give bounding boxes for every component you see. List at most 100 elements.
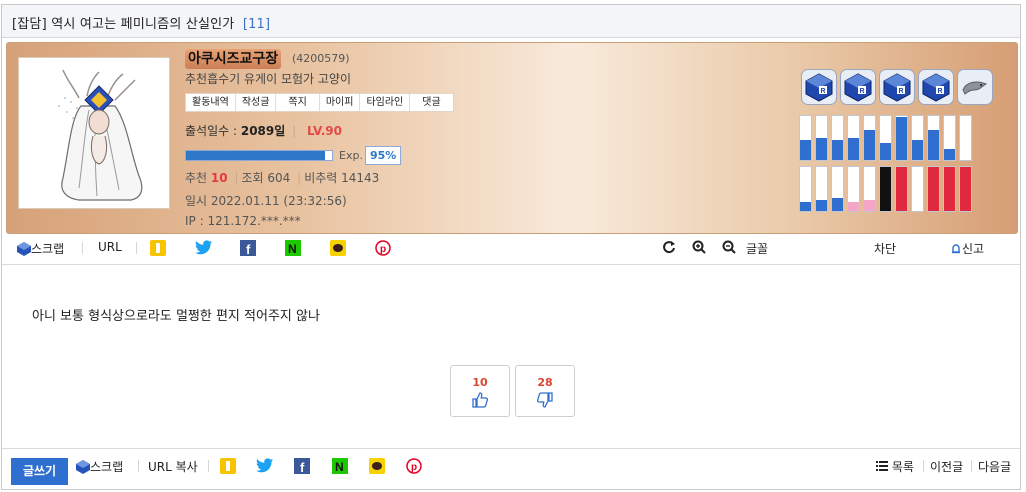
top-gauge: [927, 115, 940, 161]
gauge-fill: [848, 138, 859, 160]
blue-cube-icon[interactable]: R: [918, 69, 954, 105]
url-copy-button[interactable]: URL 복사: [148, 458, 198, 475]
gauge-fill: [944, 167, 955, 211]
post-stats: 추천 10 | 조회 604 | 비추력 14143: [185, 171, 380, 185]
bottom-gauge: [863, 166, 876, 212]
menu-timeline[interactable]: 타임라인: [360, 94, 411, 111]
bottom-gauge: [831, 166, 844, 212]
attendance: 출석일수 : 2089일 | LV.90: [185, 124, 343, 138]
blue-cube-icon[interactable]: R: [840, 69, 876, 105]
footer-twitter-icon[interactable]: [256, 458, 274, 474]
list-label: 목록: [891, 460, 914, 474]
blue-cube-icon[interactable]: R: [801, 69, 837, 105]
gauge-fill: [816, 138, 827, 160]
gauge-fill: [832, 140, 843, 160]
gauge-fill: [864, 130, 875, 160]
upvote-button[interactable]: 10: [450, 365, 510, 417]
scrap-label: 스크랩: [31, 242, 65, 256]
bottom-gauge: [959, 166, 972, 212]
naver-share-icon[interactable]: N: [285, 240, 301, 256]
blue-cube-icon[interactable]: R: [879, 69, 915, 105]
refresh-icon[interactable]: [662, 240, 676, 254]
svg-text:R: R: [860, 88, 865, 95]
gauge-fill: [896, 167, 907, 211]
list-button[interactable]: 목록: [876, 458, 914, 475]
gauge-row-top: [799, 115, 972, 161]
svg-text:f: f: [246, 242, 251, 256]
footer-scrap-button[interactable]: 스크랩: [76, 458, 123, 475]
upvote-count: 10: [472, 376, 488, 389]
menu-activity[interactable]: 활동내역: [186, 94, 236, 111]
footer-facebook-icon[interactable]: f: [294, 458, 310, 474]
gauge-fill: [960, 167, 971, 211]
kakaotalk-share-icon[interactable]: [330, 240, 346, 256]
bottom-gauge: [927, 166, 940, 212]
kakaostory-share-icon[interactable]: [150, 240, 166, 256]
svg-text:R: R: [938, 88, 943, 95]
attendance-value: 2089일: [240, 124, 286, 138]
author-menu: 활동내역 작성글 쪽지 마이피 타임라인 댓글: [185, 93, 454, 112]
gauge-fill: [912, 140, 923, 160]
footer-pinterest-icon[interactable]: p: [406, 458, 422, 474]
menu-message[interactable]: 쪽지: [276, 94, 320, 111]
menu-mypi[interactable]: 마이피: [320, 94, 361, 111]
pinterest-share-icon[interactable]: p: [375, 240, 391, 256]
svg-text:p: p: [411, 462, 417, 473]
menu-posts[interactable]: 작성글: [236, 94, 277, 111]
bottom-gauge: [799, 166, 812, 212]
view-count: 조회 604: [241, 171, 291, 185]
scrap-button[interactable]: 스크랩: [17, 240, 64, 257]
facebook-share-icon[interactable]: f: [240, 240, 256, 256]
exp-bar: [185, 150, 333, 161]
twitter-share-icon[interactable]: [195, 240, 213, 256]
downvote-count: 28: [537, 376, 553, 389]
level-badge: LV.90: [307, 124, 343, 138]
svg-text:R: R: [821, 88, 826, 95]
author-id: (4200579): [292, 52, 350, 65]
bottom-gauge: [879, 166, 892, 212]
font-button[interactable]: 글꼴: [746, 240, 768, 257]
svg-text:R: R: [899, 88, 904, 95]
gauge-fill: [800, 202, 811, 211]
thumbs-down-icon: [516, 392, 574, 411]
post-body: 아니 보통 형식상으로라도 멀쩡한 편지 적어주지 않나: [32, 309, 320, 324]
next-post-button[interactable]: 다음글: [978, 458, 1011, 475]
menu-comments[interactable]: 댓글: [410, 94, 452, 111]
zoom-in-icon[interactable]: [692, 240, 706, 254]
top-gauge: [847, 115, 860, 161]
exp-percent: 95%: [364, 146, 402, 165]
footer-scrap-label: 스크랩: [90, 460, 124, 474]
top-gauge: [799, 115, 812, 161]
write-button[interactable]: 글쓰기: [11, 458, 68, 485]
gauge-fill: [816, 200, 827, 211]
footer-kakaostory-icon[interactable]: [220, 458, 236, 474]
comment-count-link[interactable]: [11]: [243, 17, 271, 32]
prev-post-button[interactable]: 이전글: [930, 458, 963, 475]
bell-icon: [950, 243, 962, 255]
block-button[interactable]: 차단: [874, 240, 896, 257]
bottom-gauge: [895, 166, 908, 212]
footer-naver-icon[interactable]: N: [332, 458, 348, 474]
zoom-out-icon[interactable]: [722, 240, 736, 254]
gauge-row-bottom: [799, 166, 972, 212]
dolphin-icon[interactable]: [957, 69, 993, 105]
author-profile: 아쿠시즈교구장 (4200579) 추천흡수기 유게이 모험가 고양이 활동내역…: [6, 42, 1018, 234]
recommend-label: 추천: [185, 171, 208, 185]
exp-meter: Exp. 95%: [185, 146, 402, 165]
svg-text:f: f: [300, 460, 305, 474]
post-ip: IP : 121.172.***.***: [185, 214, 301, 228]
svg-text:p: p: [380, 244, 386, 255]
badge-row: RRRR: [801, 69, 993, 105]
top-gauge: [879, 115, 892, 161]
top-gauge: [911, 115, 924, 161]
bottom-gauge: [847, 166, 860, 212]
author-avatar[interactable]: [18, 57, 170, 209]
report-button[interactable]: 신고: [950, 240, 984, 257]
url-button[interactable]: URL: [98, 240, 122, 254]
downvote-button[interactable]: 28: [515, 365, 575, 417]
author-nickname[interactable]: 아쿠시즈교구장: [185, 49, 282, 69]
post-title-text: 역시 여고는 페미니즘의 산실인가: [51, 17, 235, 32]
report-label: 신고: [962, 242, 985, 256]
gauge-fill: [928, 130, 939, 160]
footer-kakaotalk-icon[interactable]: [369, 458, 385, 474]
